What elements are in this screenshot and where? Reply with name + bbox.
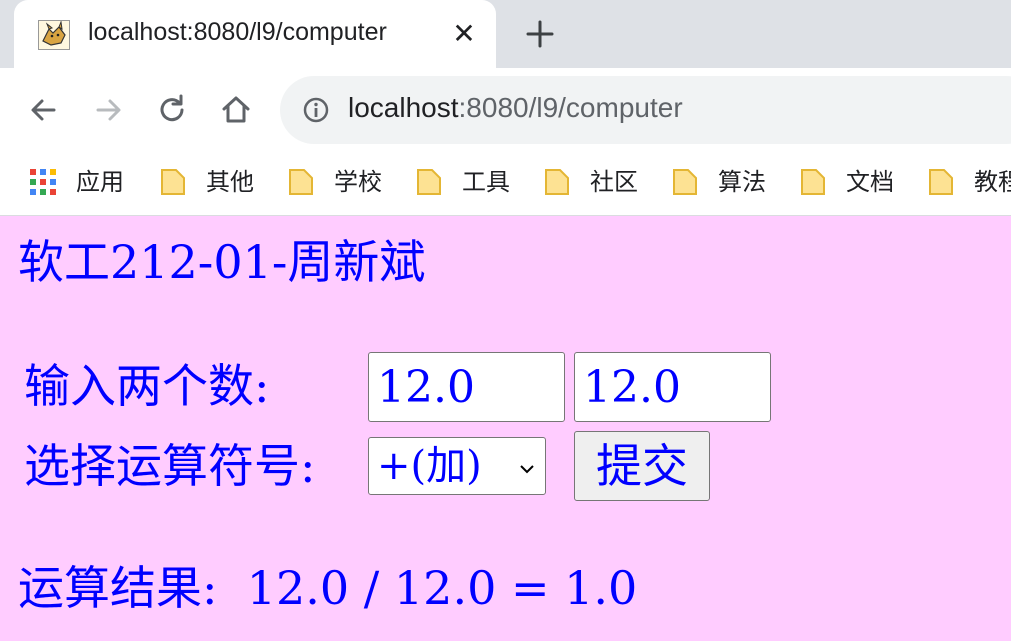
bookmark-label: 应用: [76, 168, 124, 196]
url-path: :8080/l9/computer: [458, 92, 683, 123]
bookmark-label: 学校: [334, 168, 382, 196]
tab-title: localhost:8080/l9/computer: [88, 18, 387, 46]
bookmarks-bar: 应用 其他 学校 工具 社区 算法 文档 教程: [0, 152, 1011, 216]
page-content: 软工212-01-周新斌 输入两个数: 选择运算符号: +(加) 提交 运算结果…: [0, 216, 1011, 641]
home-icon[interactable]: [216, 90, 256, 130]
address-bar[interactable]: localhost:8080/l9/computer: [280, 76, 1011, 144]
reload-icon[interactable]: [152, 90, 192, 130]
operator-label: 选择运算符号:: [24, 439, 316, 493]
folder-icon: [160, 168, 186, 196]
browser-toolbar: localhost:8080/l9/computer: [0, 68, 1011, 152]
bookmark-label: 算法: [718, 168, 766, 196]
url-text: localhost:8080/l9/computer: [348, 92, 683, 124]
bookmark-label: 教程: [974, 168, 1011, 196]
bookmark-label: 社区: [590, 168, 638, 196]
folder-icon: [928, 168, 954, 196]
page-title: 软工212-01-周新斌: [18, 235, 426, 289]
tomcat-icon: [38, 20, 70, 50]
result-value: 12.0 / 12.0 = 1.0: [246, 561, 638, 615]
operator-select[interactable]: +(加): [368, 437, 546, 495]
result-row: 运算结果: 12.0 / 12.0 = 1.0: [18, 560, 637, 616]
tab-strip: localhost:8080/l9/computer ✕: [0, 0, 1011, 68]
number2-input[interactable]: [574, 352, 771, 422]
folder-icon: [288, 168, 314, 196]
numbers-label: 输入两个数:: [24, 359, 270, 413]
back-arrow-icon[interactable]: [24, 90, 64, 130]
info-icon[interactable]: [302, 96, 330, 124]
chevron-down-icon: [519, 460, 535, 474]
number1-input[interactable]: [368, 352, 565, 422]
folder-icon: [416, 168, 442, 196]
folder-icon: [672, 168, 698, 196]
close-tab-icon[interactable]: ✕: [450, 18, 478, 50]
new-tab-icon[interactable]: [522, 16, 558, 52]
submit-button[interactable]: 提交: [574, 431, 710, 501]
bookmark-label: 文档: [846, 168, 894, 196]
operator-selected-value: +(加): [377, 443, 482, 489]
apps-grid-icon: [30, 168, 56, 196]
result-label: 运算结果:: [18, 561, 218, 615]
folder-icon: [544, 168, 570, 196]
folder-icon: [800, 168, 826, 196]
url-host: localhost: [348, 92, 459, 123]
forward-arrow-icon[interactable]: [88, 90, 128, 130]
bookmark-label: 工具: [462, 168, 510, 196]
browser-tab[interactable]: localhost:8080/l9/computer ✕: [14, 0, 496, 68]
bookmark-label: 其他: [206, 168, 254, 196]
